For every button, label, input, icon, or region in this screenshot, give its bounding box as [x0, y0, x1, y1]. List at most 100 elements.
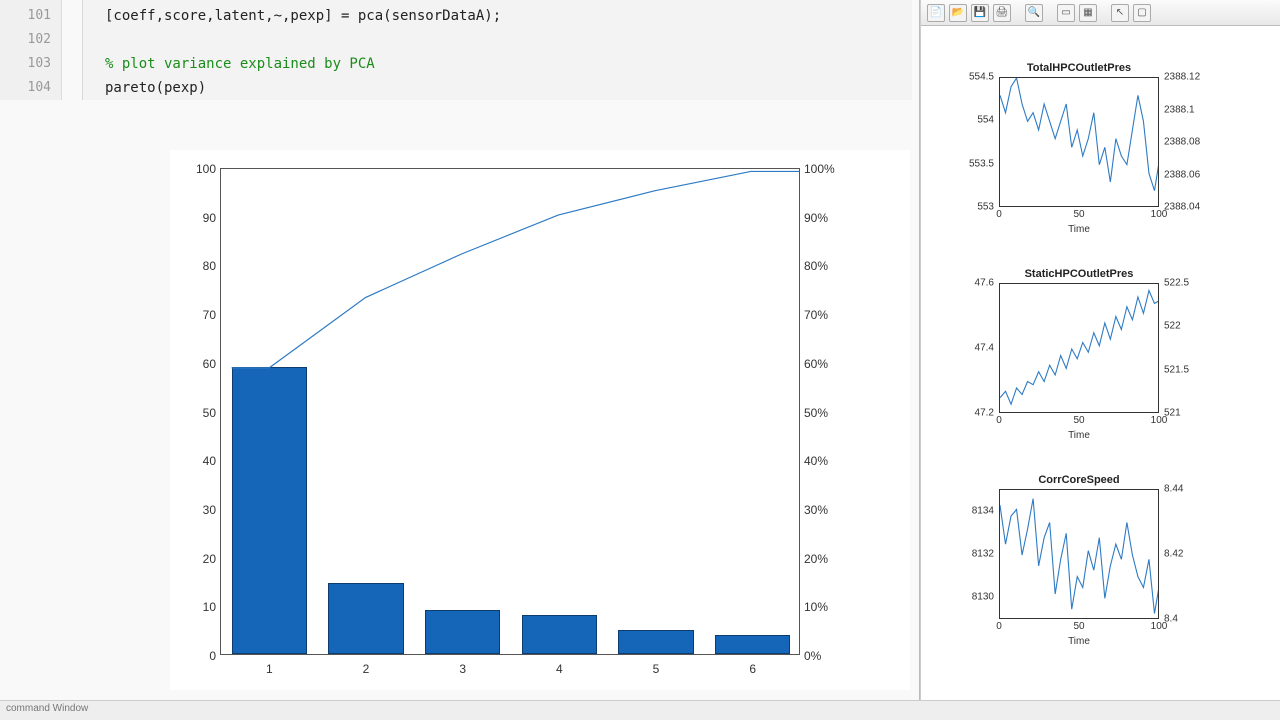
mini-y2-tick: 521.5	[1164, 364, 1224, 375]
y-tick: 100	[186, 162, 216, 176]
open-icon[interactable]: 📂	[949, 4, 967, 22]
y-tick: 60	[186, 357, 216, 371]
bar[interactable]	[425, 610, 500, 654]
mini-x-tick: 0	[984, 621, 1014, 632]
bar[interactable]	[522, 615, 597, 654]
mini-y-tick: 47.6	[944, 278, 994, 289]
mini-y2-tick: 2388.12	[1164, 72, 1224, 83]
mini-y-tick: 553.5	[944, 158, 994, 169]
y2-tick: 50%	[804, 406, 849, 420]
mini-y2-tick: 522	[1164, 321, 1224, 332]
link-icon[interactable]: ▭	[1057, 4, 1075, 22]
datacursor-icon[interactable]: ▢	[1133, 4, 1151, 22]
bar[interactable]	[715, 635, 790, 654]
save-icon[interactable]: 💾	[971, 4, 989, 22]
mini-plot[interactable]	[999, 489, 1159, 619]
y-tick: 80	[186, 259, 216, 273]
separator-icon	[1015, 4, 1021, 22]
pareto-chart: 0102030405060708090100 0%10%20%30%40%50%…	[170, 150, 910, 690]
mini-y-tick: 554	[944, 115, 994, 126]
code-line[interactable]: pareto(pexp)	[105, 76, 912, 100]
mini-x-tick: 50	[1064, 415, 1094, 426]
plot-area[interactable]: 0102030405060708090100 0%10%20%30%40%50%…	[220, 168, 800, 655]
mini-title: StaticHPCOutletPres	[999, 268, 1159, 280]
mini-x-tick: 50	[1064, 621, 1094, 632]
mini-y2-tick: 8.42	[1164, 549, 1224, 560]
line-number: 103	[0, 52, 61, 76]
mini-xlabel: Time	[999, 224, 1159, 235]
mini-x-tick: 0	[984, 415, 1014, 426]
mini-x-tick: 0	[984, 209, 1014, 220]
zoom-icon[interactable]: 🔍	[1025, 4, 1043, 22]
mini-y-tick: 8130	[944, 592, 994, 603]
mini-xlabel: Time	[999, 430, 1159, 441]
y2-tick: 80%	[804, 259, 849, 273]
y-tick: 20	[186, 552, 216, 566]
y-tick: 0	[186, 649, 216, 663]
mini-y2-tick: 2388.1	[1164, 104, 1224, 115]
y-tick: 70	[186, 308, 216, 322]
code-line[interactable]: [coeff,score,latent,~,pexp] = pca(sensor…	[105, 4, 912, 28]
y-tick: 30	[186, 503, 216, 517]
mini-charts: TotalHPCOutletPres553553.5554554.52388.0…	[921, 26, 1280, 668]
x-tick: 6	[743, 662, 763, 676]
cursor-icon[interactable]: ↖	[1111, 4, 1129, 22]
mini-x-tick: 100	[1144, 621, 1174, 632]
mini-title: CorrCoreSpeed	[999, 474, 1159, 486]
x-tick: 3	[453, 662, 473, 676]
mini-x-tick: 50	[1064, 209, 1094, 220]
y2-tick: 90%	[804, 211, 849, 225]
mini-chart[interactable]: TotalHPCOutletPres553553.5554554.52388.0…	[929, 62, 1276, 252]
line-gutter: 101 102 103 104	[0, 0, 62, 100]
code-line[interactable]: % plot variance explained by PCA	[105, 52, 912, 76]
rotate-icon[interactable]: ▦	[1079, 4, 1097, 22]
y-tick: 10	[186, 600, 216, 614]
y2-tick: 30%	[804, 503, 849, 517]
mini-x-tick: 100	[1144, 209, 1174, 220]
mini-y2-tick: 2388.08	[1164, 137, 1224, 148]
mini-title: TotalHPCOutletPres	[999, 62, 1159, 74]
y2-tick: 10%	[804, 600, 849, 614]
new-icon[interactable]: 📄	[927, 4, 945, 22]
y-tick: 50	[186, 406, 216, 420]
editor-pane: 101 102 103 104 [coeff,score,latent,~,pe…	[0, 0, 920, 700]
mini-y2-tick: 2388.06	[1164, 169, 1224, 180]
figures-panel: 📄 📂 💾 🖨 🔍 ▭ ▦ ↖ ▢ TotalHPCOutletPres5535…	[920, 0, 1280, 700]
x-tick: 5	[646, 662, 666, 676]
mini-y-tick: 554.5	[944, 72, 994, 83]
mini-chart[interactable]: StaticHPCOutletPres47.247.447.6521521.55…	[929, 268, 1276, 458]
separator-icon	[1101, 4, 1107, 22]
line-number: 104	[0, 76, 61, 100]
y-tick: 90	[186, 211, 216, 225]
mini-xlabel: Time	[999, 636, 1159, 647]
y2-tick: 70%	[804, 308, 849, 322]
mini-y-tick: 8132	[944, 549, 994, 560]
mini-y2-tick: 8.44	[1164, 484, 1224, 495]
code-region[interactable]: [coeff,score,latent,~,pexp] = pca(sensor…	[82, 0, 912, 100]
y-tick: 40	[186, 454, 216, 468]
bar[interactable]	[232, 367, 307, 654]
separator-icon	[1047, 4, 1053, 22]
mini-y-tick: 8134	[944, 505, 994, 516]
mini-x-tick: 100	[1144, 415, 1174, 426]
figure-toolbar: 📄 📂 💾 🖨 🔍 ▭ ▦ ↖ ▢	[921, 0, 1280, 26]
line-number: 101	[0, 4, 61, 28]
print-icon[interactable]: 🖨	[993, 4, 1011, 22]
x-tick: 1	[259, 662, 279, 676]
y2-tick: 40%	[804, 454, 849, 468]
bar[interactable]	[328, 583, 403, 654]
mini-plot[interactable]	[999, 77, 1159, 207]
mini-y2-tick: 522.5	[1164, 278, 1224, 289]
bar[interactable]	[618, 630, 693, 654]
line-number: 102	[0, 28, 61, 52]
y2-tick: 60%	[804, 357, 849, 371]
status-bar: command Window	[0, 700, 1280, 720]
mini-chart[interactable]: CorrCoreSpeed8130813281348.48.428.440501…	[929, 474, 1276, 664]
cumulative-line	[221, 169, 799, 654]
y2-tick: 100%	[804, 162, 849, 176]
y2-tick: 20%	[804, 552, 849, 566]
code-line[interactable]	[105, 28, 912, 52]
mini-plot[interactable]	[999, 283, 1159, 413]
x-tick: 2	[356, 662, 376, 676]
mini-y-tick: 47.4	[944, 343, 994, 354]
